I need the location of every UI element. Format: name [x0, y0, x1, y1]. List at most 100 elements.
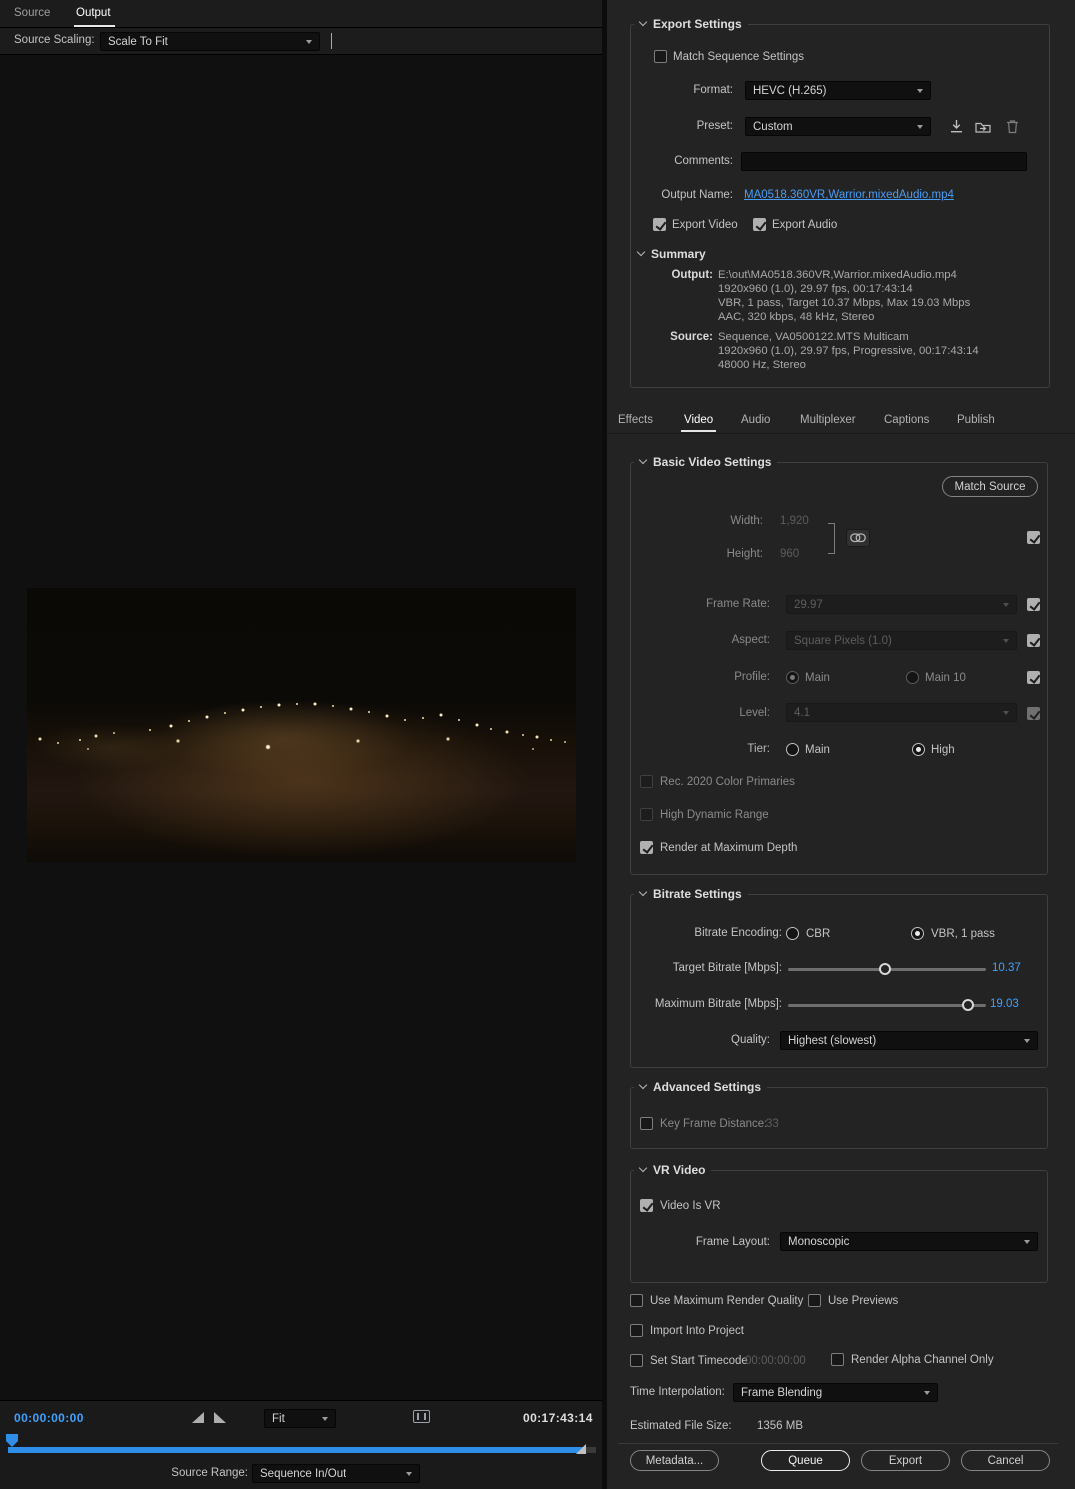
- source-range-value: Sequence In/Out: [260, 1467, 347, 1480]
- max-bitrate-value[interactable]: 19.03: [990, 998, 1019, 1010]
- source-scaling-row: Source Scaling: Scale To Fit: [0, 28, 602, 55]
- max-bitrate-slider[interactable]: [788, 1004, 986, 1007]
- scrubber-range-bar[interactable]: [8, 1447, 586, 1453]
- summary-output-line: AAC, 320 kbps, 48 kHz, Stereo: [718, 311, 875, 323]
- frame-rate-override-checkbox[interactable]: [1027, 598, 1040, 611]
- comments-input[interactable]: [741, 152, 1027, 171]
- tab-output[interactable]: Output: [76, 7, 111, 19]
- set-start-timecode-checkbox[interactable]: [630, 1354, 643, 1367]
- import-into-project-checkbox[interactable]: [630, 1324, 643, 1337]
- time-interpolation-dropdown[interactable]: Frame Blending: [733, 1383, 938, 1402]
- profile-label: Profile:: [734, 671, 770, 683]
- export-audio-checkbox[interactable]: [753, 218, 766, 231]
- cancel-button[interactable]: Cancel: [961, 1450, 1050, 1471]
- cbr-radio[interactable]: [786, 927, 799, 940]
- quality-dropdown[interactable]: Highest (slowest): [780, 1031, 1038, 1050]
- hdr-checkbox: [640, 808, 653, 821]
- quality-label: Quality:: [731, 1034, 770, 1046]
- export-settings-header[interactable]: Export Settings: [634, 16, 748, 32]
- frame-rate-label: Frame Rate:: [706, 598, 770, 610]
- tab-multiplexer[interactable]: Multiplexer: [800, 414, 856, 426]
- tier-high-radio[interactable]: [912, 743, 925, 756]
- match-source-button[interactable]: Match Source: [942, 476, 1038, 497]
- profile-main-radio: [786, 671, 799, 684]
- tab-publish[interactable]: Publish: [957, 414, 995, 426]
- link-dimensions-icon[interactable]: [846, 529, 870, 547]
- preset-dropdown[interactable]: Custom: [745, 117, 931, 136]
- vr-section: [630, 1170, 1048, 1283]
- zoom-fit-dropdown[interactable]: Fit: [264, 1409, 336, 1428]
- tier-main-label: Main: [805, 744, 830, 756]
- profile-override-checkbox[interactable]: [1027, 671, 1040, 684]
- set-out-point-icon[interactable]: [214, 1412, 226, 1423]
- tab-video[interactable]: Video: [684, 414, 713, 426]
- export-button[interactable]: Export: [861, 1450, 950, 1471]
- format-value: HEVC (H.265): [753, 84, 827, 97]
- output-name-link[interactable]: MA0518.360VR,Warrior.mixedAudio.mp4: [744, 189, 954, 201]
- target-bitrate-value[interactable]: 10.37: [992, 962, 1021, 974]
- import-preset-icon[interactable]: [974, 117, 992, 135]
- video-is-vr-checkbox[interactable]: [640, 1199, 653, 1212]
- max-depth-checkbox[interactable]: [640, 841, 653, 854]
- source-range-dropdown[interactable]: Sequence In/Out: [252, 1464, 420, 1483]
- format-label: Format:: [693, 84, 733, 96]
- night-lights-decor: [27, 588, 29, 590]
- vbr-radio[interactable]: [911, 927, 924, 940]
- export-video-checkbox[interactable]: [653, 218, 666, 231]
- transport-bar: 00:00:00:00 Fit 00:17:43:14 Source Range…: [0, 1400, 602, 1489]
- frame-layout-dropdown[interactable]: Monoscopic: [780, 1232, 1038, 1251]
- set-in-point-icon[interactable]: [192, 1412, 204, 1423]
- use-max-quality-checkbox[interactable]: [630, 1294, 643, 1307]
- export-settings-window: Source Output Source Scaling: Scale To F…: [0, 0, 1075, 1489]
- target-bitrate-knob[interactable]: [879, 963, 891, 975]
- keyframe-label: Key Frame Distance:: [660, 1118, 768, 1130]
- advanced-header[interactable]: Advanced Settings: [634, 1079, 768, 1095]
- target-bitrate-label: Target Bitrate [Mbps]:: [672, 962, 782, 974]
- summary-header[interactable]: Summary: [632, 246, 712, 262]
- summary-source-line: 1920x960 (1.0), 29.97 fps, Progressive, …: [718, 345, 979, 357]
- chevron-down-icon: [638, 887, 648, 897]
- save-preset-icon[interactable]: [947, 117, 965, 135]
- tab-audio[interactable]: Audio: [741, 414, 770, 426]
- basic-video-header[interactable]: Basic Video Settings: [634, 454, 778, 470]
- export-video-label: Export Video: [672, 219, 738, 231]
- summary-source-line: 48000 Hz, Stereo: [718, 359, 806, 371]
- set-start-timecode-label: Set Start Timecode: [650, 1355, 748, 1367]
- keyframe-checkbox[interactable]: [640, 1117, 653, 1130]
- dimensions-override-checkbox[interactable]: [1027, 531, 1040, 544]
- summary-output-line: 1920x960 (1.0), 29.97 fps, 00:17:43:14: [718, 283, 913, 295]
- estimated-size-label: Estimated File Size:: [630, 1420, 732, 1432]
- playhead-icon[interactable]: [6, 1434, 18, 1447]
- current-timecode[interactable]: 00:00:00:00: [14, 1411, 84, 1425]
- tab-captions[interactable]: Captions: [884, 414, 929, 426]
- tab-effects[interactable]: Effects: [618, 414, 653, 426]
- match-sequence-checkbox[interactable]: [654, 50, 667, 63]
- use-previews-checkbox[interactable]: [808, 1294, 821, 1307]
- chevron-down-icon: [917, 124, 923, 129]
- queue-button[interactable]: Queue: [761, 1450, 850, 1471]
- chevron-down-icon: [638, 455, 648, 465]
- level-dropdown: 4.1: [786, 703, 1017, 722]
- delete-preset-icon[interactable]: [1003, 117, 1021, 135]
- render-alpha-checkbox[interactable]: [831, 1353, 844, 1366]
- work-area-icon[interactable]: [413, 1410, 430, 1423]
- max-bitrate-knob[interactable]: [962, 999, 974, 1011]
- out-point-handle[interactable]: [576, 1444, 586, 1454]
- source-scaling-dropdown[interactable]: Scale To Fit: [100, 32, 320, 51]
- tier-main-radio[interactable]: [786, 743, 799, 756]
- chevron-down-icon: [636, 247, 646, 257]
- profile-main10-label: Main 10: [925, 672, 966, 684]
- metadata-button[interactable]: Metadata...: [630, 1450, 719, 1471]
- import-into-project-label: Import Into Project: [650, 1325, 744, 1337]
- summary-output-label: Output:: [671, 269, 713, 281]
- frame-rate-value: 29.97: [794, 598, 823, 611]
- preview-image[interactable]: [27, 588, 576, 862]
- aspect-override-checkbox[interactable]: [1027, 634, 1040, 647]
- format-dropdown[interactable]: HEVC (H.265): [745, 81, 931, 100]
- bitrate-header[interactable]: Bitrate Settings: [634, 886, 748, 902]
- height-value: 960: [780, 548, 800, 560]
- tab-source[interactable]: Source: [14, 7, 50, 19]
- vr-header[interactable]: VR Video: [634, 1162, 712, 1178]
- start-timecode-value: 00:00:00:00: [745, 1355, 806, 1367]
- summary-title: Summary: [651, 247, 706, 261]
